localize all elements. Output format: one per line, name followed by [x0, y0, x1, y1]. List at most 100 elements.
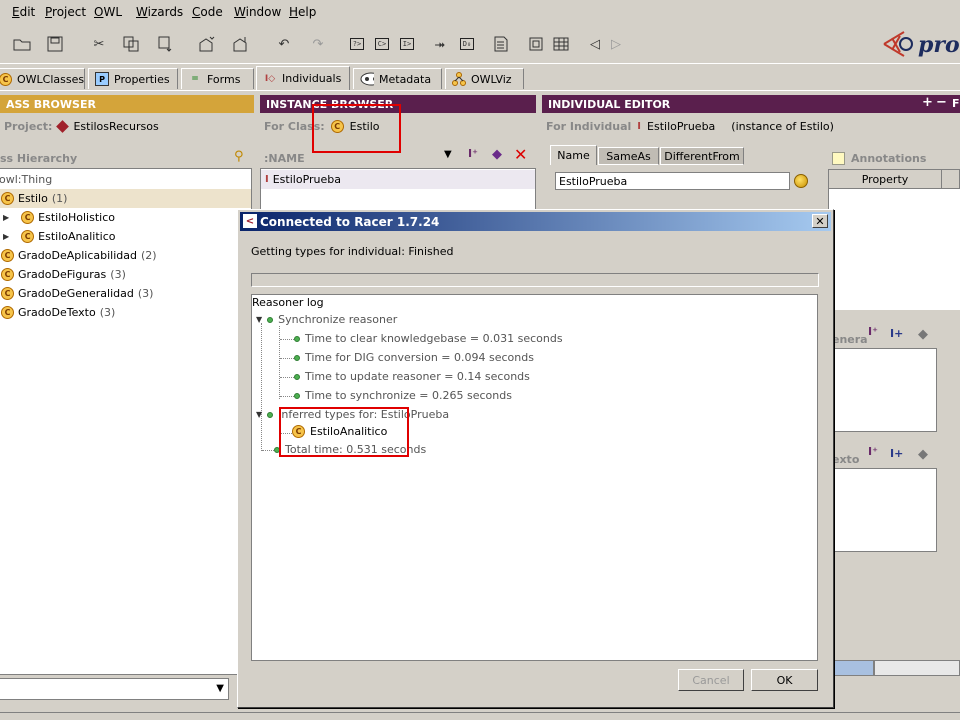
chevron-down-icon[interactable]: ▼ [444, 149, 452, 160]
frame-icon[interactable] [526, 34, 546, 54]
menu-wizards[interactable]: Wizards [136, 5, 183, 19]
menu-window[interactable]: Window [234, 5, 281, 19]
dig-icon[interactable]: D₀ [457, 34, 477, 54]
expand-arrow-icon[interactable]: ▶ [3, 232, 9, 241]
tree-item-gradodeaplicabilidad[interactable]: C GradoDeAplicabilidad (2) [1, 246, 157, 265]
project-row: Project: EstilosRecursos [4, 120, 159, 133]
log-total: Total time: 0.531 seconds [274, 443, 426, 456]
table-icon[interactable] [551, 34, 571, 54]
generalidad-label: enera [832, 333, 868, 346]
save-icon[interactable] [45, 34, 65, 54]
collapse-arrow-icon[interactable]: ▼ [256, 315, 262, 324]
back-arrow-icon[interactable]: ◁ [585, 34, 605, 54]
individual-check-icon[interactable]: I> [397, 34, 417, 54]
query-icon[interactable]: ?> [347, 34, 367, 54]
tree-item-gradodefiguras[interactable]: C GradoDeFiguras (3) [1, 265, 126, 284]
tree-line [280, 339, 294, 340]
tab-name[interactable]: Name [550, 145, 597, 165]
scrollbar-track[interactable] [874, 660, 960, 676]
menu-bar: Edit Project OWL Wizards Code Window Hel… [0, 0, 960, 24]
classify-icon[interactable]: ⯮ [430, 34, 450, 54]
create-subclass-icon[interactable] [230, 34, 250, 54]
remove-value-icon[interactable]: ◆ [918, 447, 928, 462]
class-tree: owl:Thing C Estilo (1) ▶ C EstiloHolisti… [0, 168, 252, 675]
add-value-icon[interactable]: I+ [890, 447, 903, 460]
tab-individuals[interactable]: I◇ Individuals [256, 66, 350, 90]
log-inferred-node[interactable]: ▼ Inferred types for: EstiloPrueba [256, 408, 449, 421]
tree-line [279, 326, 280, 399]
document-icon[interactable] [491, 34, 511, 54]
remove-value-icon[interactable]: ◆ [918, 327, 928, 342]
tree-root[interactable]: owl:Thing [0, 170, 52, 189]
tree-item-gradodetexto[interactable]: C GradoDeTexto (3) [1, 303, 115, 322]
log-item: Time to clear knowledgebase = 0.031 seco… [294, 332, 563, 345]
tab-properties[interactable]: P Properties [88, 68, 178, 89]
add-icon[interactable]: + [922, 95, 933, 110]
dialog-title-bar[interactable]: < Connected to Racer 1.7.24 ✕ [240, 212, 831, 231]
status-dot-icon [267, 316, 274, 323]
undo-icon[interactable]: ↶ [274, 34, 294, 54]
class-icon: C [292, 425, 305, 438]
class-icon: C [21, 230, 35, 243]
tab-sameas[interactable]: SameAs [598, 147, 659, 165]
status-dot-icon [294, 335, 300, 342]
tree-item-estiloanalitico[interactable]: ▶ C EstiloAnalitico [3, 227, 116, 246]
open-folder-icon[interactable] [12, 34, 32, 54]
tab-owlclasses[interactable]: C OWLClasses [0, 68, 85, 89]
instance-browser-header: INSTANCE BROWSER [260, 95, 536, 113]
tab-metadata[interactable]: Metadata [353, 68, 442, 89]
class-check-icon[interactable]: C> [372, 34, 392, 54]
log-sync-node[interactable]: ▼ Synchronize reasoner [256, 313, 397, 326]
tab-forms[interactable]: = Forms [181, 68, 254, 89]
menu-edit[interactable]: Edit [12, 5, 35, 19]
remove-icon[interactable]: − [936, 95, 947, 110]
log-inferred-class[interactable]: C EstiloAnalitico [292, 425, 387, 438]
create-instance-icon[interactable]: I⁺ [868, 445, 878, 458]
scrollbar-thumb[interactable] [832, 660, 874, 676]
delete-icon[interactable]: ✕ [514, 145, 527, 164]
tree-line [280, 396, 294, 397]
menu-project[interactable]: Project [45, 5, 86, 19]
instance-item[interactable]: I EstiloPrueba [261, 170, 535, 189]
close-icon[interactable]: ✕ [812, 214, 828, 228]
paste-icon[interactable] [156, 34, 176, 54]
add-value-icon[interactable]: I+ [890, 327, 903, 340]
find-class-icon[interactable]: ⚲ [234, 149, 244, 164]
class-icon: C [1, 306, 14, 319]
create-instance-icon[interactable]: I⁺ [468, 147, 478, 160]
status-dot-icon [294, 392, 300, 399]
toolbar: ✂ ↶ ↷ ?> C> I> ⯮ D₀ ◁ ▷ protē [0, 24, 960, 64]
menu-help[interactable]: Help [289, 5, 316, 19]
name-field[interactable]: EstiloPrueba [555, 172, 790, 190]
for-individual-row: For Individual I EstiloPrueba (instance … [546, 120, 834, 133]
texto-label: exto [832, 453, 860, 466]
chevron-down-icon[interactable]: ▼ [216, 683, 224, 694]
dialog-title: Connected to Racer 1.7.24 [260, 214, 440, 229]
header-overflow-label: F [952, 97, 960, 110]
project-name: EstilosRecursos [73, 120, 159, 133]
copy-icon[interactable] [121, 34, 141, 54]
instance-of-label: (instance of Estilo) [731, 120, 834, 133]
tree-item-gradodegeneralidad[interactable]: C GradoDeGeneralidad (3) [1, 284, 153, 303]
ok-button[interactable]: OK [751, 669, 818, 691]
annotations-row: Annotations [832, 152, 926, 165]
tab-differentfrom[interactable]: DifferentFrom [660, 147, 744, 165]
diamond-icon[interactable]: ◆ [492, 147, 502, 162]
menu-code[interactable]: Code [192, 5, 223, 19]
menu-owl[interactable]: OWL [94, 5, 122, 19]
tab-divider [0, 90, 960, 91]
collapse-arrow-icon[interactable]: ▼ [256, 410, 262, 419]
expand-arrow-icon[interactable]: ▶ [3, 213, 9, 222]
individual-editor-header: INDIVIDUAL EDITOR + − F [542, 95, 960, 113]
tree-item-estiloholistico[interactable]: ▶ C EstiloHolistico [3, 208, 115, 227]
create-instance-icon[interactable]: I⁺ [868, 325, 878, 338]
tree-line [280, 377, 294, 378]
status-dot-icon [294, 354, 300, 361]
properties-icon: P [95, 72, 109, 86]
cut-icon[interactable]: ✂ [89, 34, 109, 54]
tree-item-estilo[interactable]: C Estilo (1) [0, 189, 251, 208]
tab-owlviz[interactable]: OWLViz [445, 68, 524, 89]
globe-icon[interactable] [794, 174, 808, 188]
create-class-icon[interactable] [196, 34, 216, 54]
class-search-combo[interactable]: ▼ [0, 678, 229, 700]
